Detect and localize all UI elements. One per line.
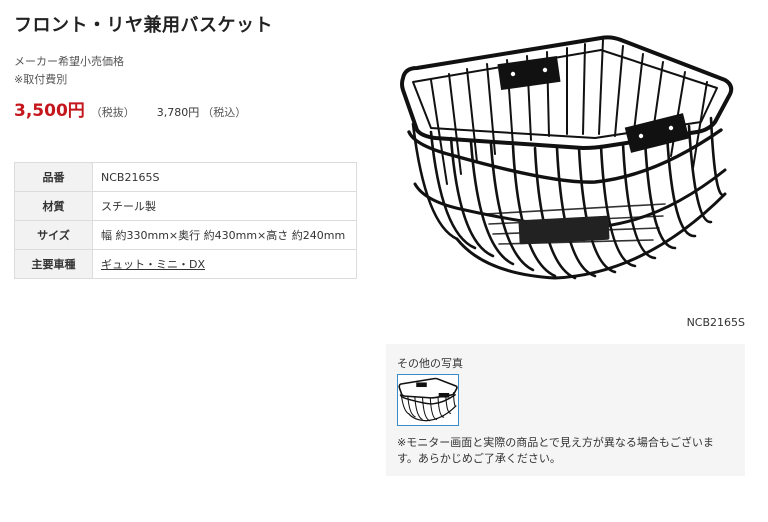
basket-main-image [400,35,734,280]
spec-value: スチール製 [92,191,357,221]
product-title: フロント・リヤ兼用バスケット [14,15,273,36]
spec-table: 品番 NCB2165S 材質 スチール製 サイズ 幅 約330mm×奥行 約43… [14,162,357,279]
image-caption: NCB2165S [686,316,745,329]
photo-thumbnail[interactable] [397,374,459,426]
spec-label: 主要車種 [14,249,93,279]
install-fee-note: ※取付費別 [14,73,68,86]
spec-label: 材質 [14,191,93,221]
spec-value: NCB2165S [92,162,357,192]
spec-label: 品番 [14,162,93,192]
spec-value: 幅 約330mm×奥行 約430mm×高さ 約240mm [92,220,357,250]
price-excl-tax: 3,500円 [14,101,85,121]
tax-included-label: （税込） [202,106,247,119]
price-incl-tax: 3,780円 [156,106,200,119]
compatible-models-link[interactable]: ギュット・ミニ・DX [101,258,205,271]
spec-label: サイズ [14,220,93,250]
monitor-disclaimer: ※モニター画面と実際の商品とで見え方が異なる場合もございます。あらかじめご了承く… [397,436,714,465]
spec-row-part-number: 品番 NCB2165S [14,162,357,192]
spec-row-material: 材質 スチール製 [14,191,357,221]
msrp-label: メーカー希望小売価格 [14,55,124,68]
other-photos-title: その他の写真 [397,357,463,370]
spec-row-size: サイズ 幅 約330mm×奥行 約430mm×高さ 約240mm [14,220,357,250]
other-photos-panel: その他の写真 ※モニター画面と実際の商品とで見え方が異なる場合もございます。あら… [386,344,745,476]
spec-value-cell: ギュット・ミニ・DX [92,249,357,279]
basket-thumbnail-image [398,377,458,422]
spec-row-compatible-models: 主要車種 ギュット・ミニ・DX [14,249,357,279]
tax-excluded-label: （税抜） [90,106,135,119]
price-row: 3,500円 （税抜） 3,780円 （税込） [14,96,246,121]
